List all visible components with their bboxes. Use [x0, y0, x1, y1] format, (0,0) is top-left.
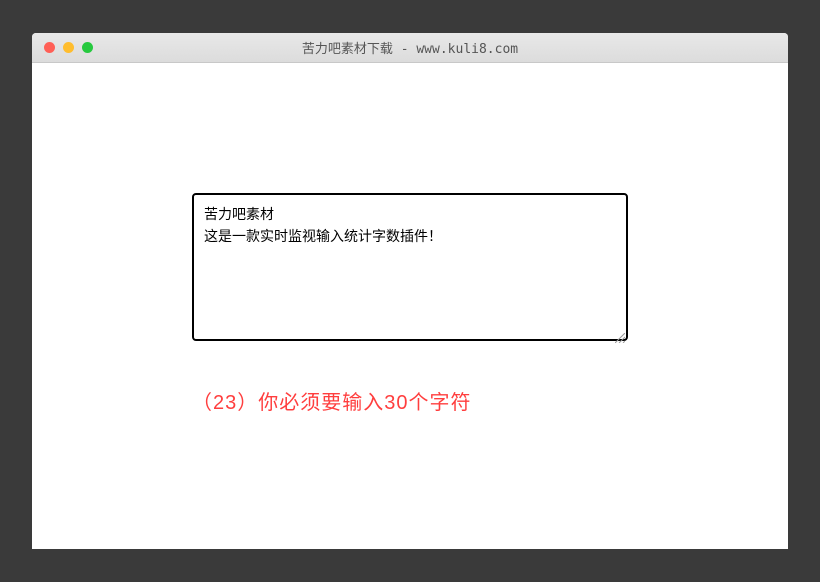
content-area: （23）你必须要输入30个字符: [32, 63, 788, 549]
window-title: 苦力吧素材下载 - www.kuli8.com: [32, 38, 788, 57]
titlebar: 苦力吧素材下载 - www.kuli8.com: [32, 33, 788, 63]
textarea-wrapper: [192, 193, 628, 346]
char-count-textarea[interactable]: [192, 193, 628, 341]
char-counter-message: （23）你必须要输入30个字符: [192, 386, 628, 415]
app-window: 苦力吧素材下载 - www.kuli8.com （23）你必须要输入30个字符: [32, 33, 788, 549]
